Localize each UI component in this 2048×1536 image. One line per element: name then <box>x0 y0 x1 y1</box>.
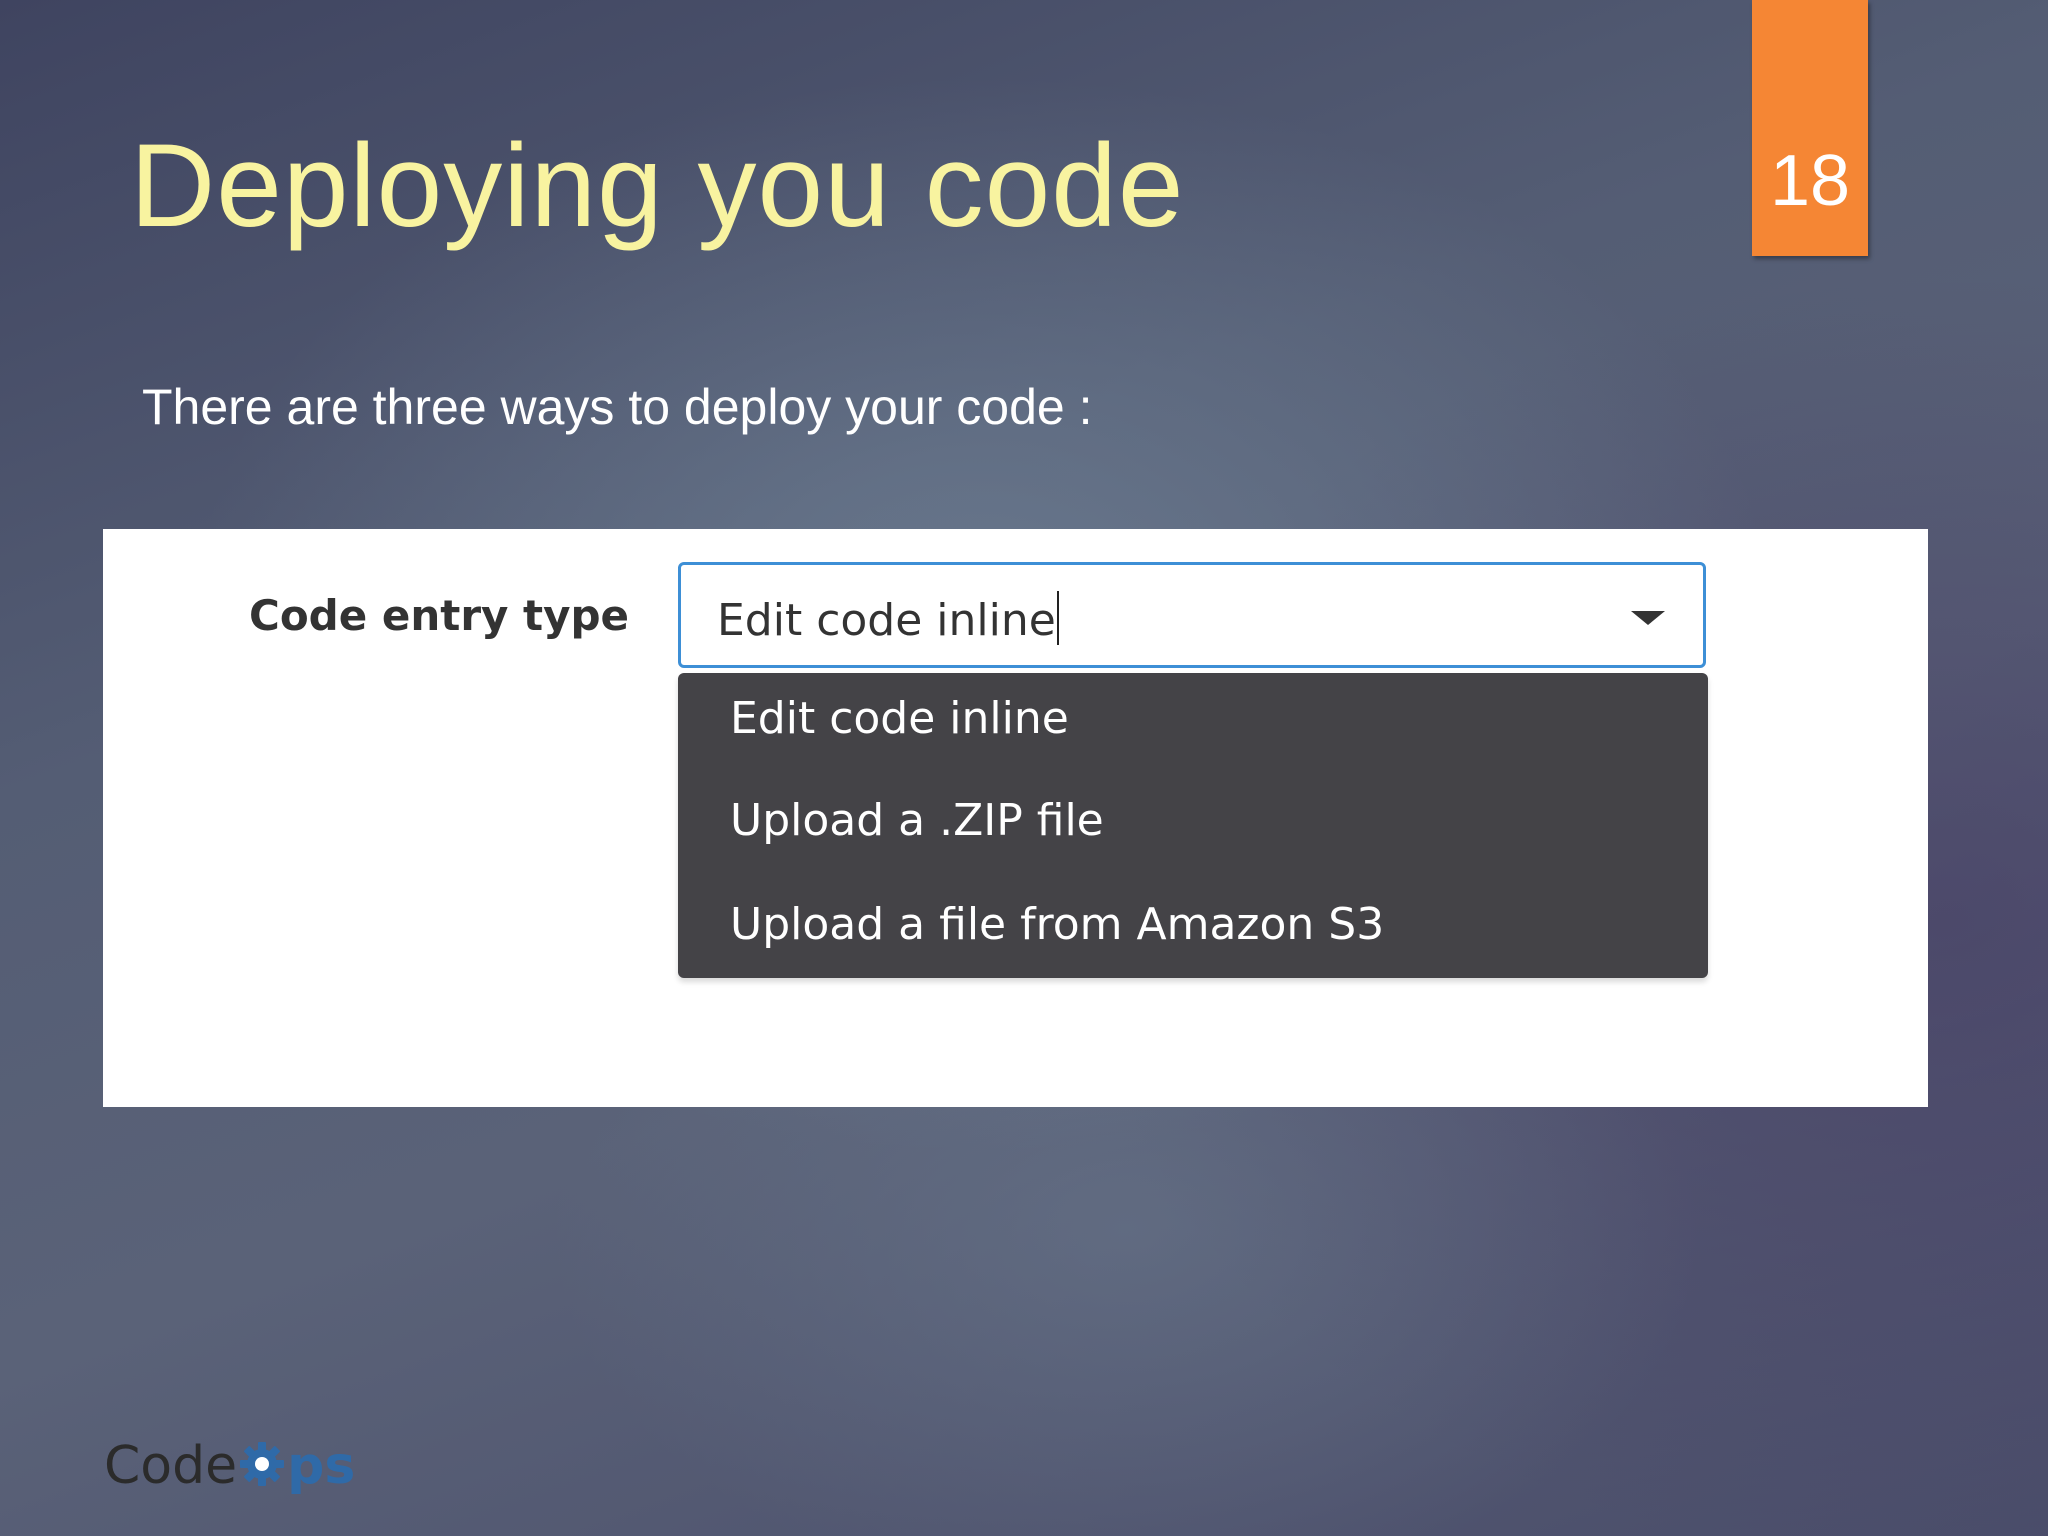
select-value-text: Edit code inline <box>717 595 1056 646</box>
page-number-tab: 18 <box>1752 0 1868 256</box>
intro-text: There are three ways to deploy your code… <box>142 379 1093 435</box>
text-cursor <box>1056 591 1059 645</box>
screenshot-panel: Code entry type Edit code inline Edit co… <box>103 529 1928 1107</box>
logo-suffix-text: ps <box>287 1436 356 1496</box>
option-edit-code-inline[interactable]: Edit code inline <box>730 693 1069 744</box>
dropdown-menu: Edit code inline Upload a .ZIP file Uplo… <box>678 673 1708 978</box>
page-number: 18 <box>1769 141 1851 221</box>
logo-code-text: Code <box>104 1436 238 1496</box>
select-value: Edit code inline <box>717 591 1059 646</box>
option-upload-from-s3[interactable]: Upload a file from Amazon S3 <box>730 899 1384 950</box>
slide-title: Deploying you code <box>130 120 1185 252</box>
code-entry-type-select[interactable]: Edit code inline <box>678 562 1706 668</box>
code-entry-type-label: Code entry type <box>249 591 630 640</box>
chevron-down-icon[interactable] <box>1631 611 1665 625</box>
option-upload-zip-file[interactable]: Upload a .ZIP file <box>730 795 1104 846</box>
codeops-logo: Code ps <box>104 1436 355 1496</box>
gear-icon <box>240 1442 285 1486</box>
